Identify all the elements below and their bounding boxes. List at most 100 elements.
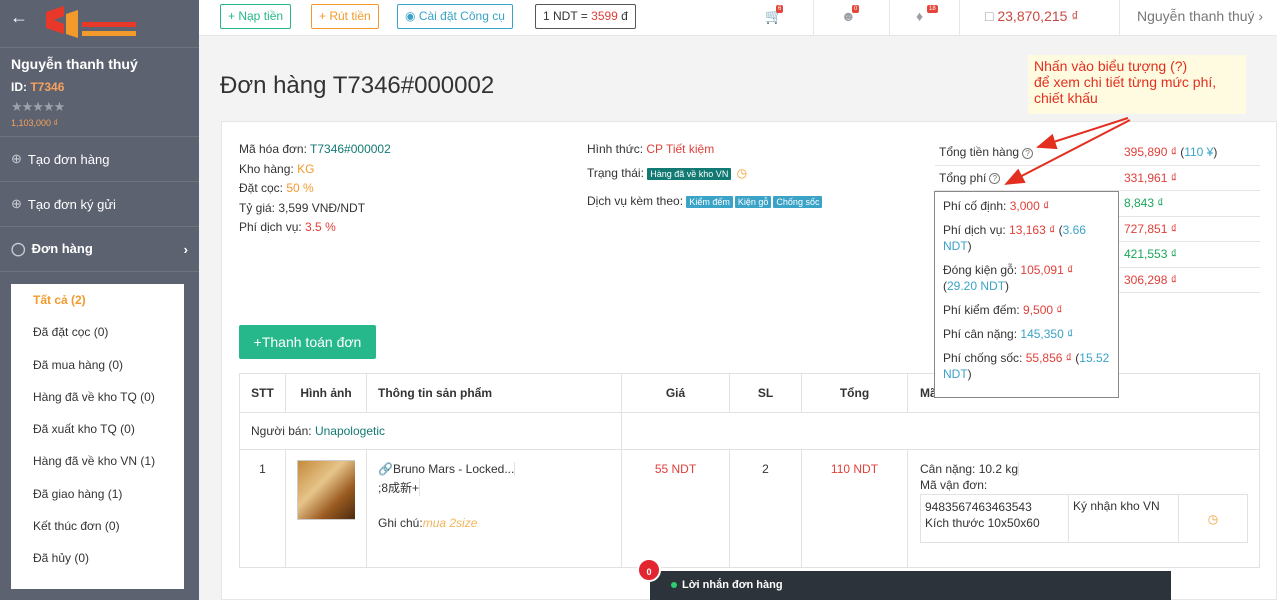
header-stt: STT [240, 374, 286, 412]
summary-value: 8,843 ₫ [1124, 196, 1164, 211]
user-menu[interactable]: Nguyễn thanh thuý › [1137, 8, 1263, 24]
row-image-cell [286, 450, 367, 567]
rate-prefix: 1 NDT = [543, 9, 592, 23]
summary-value: 306,298 ₫ [1124, 272, 1177, 287]
type-label: Hình thức: [587, 142, 647, 156]
type-value: CP Tiết kiệm [646, 142, 715, 156]
user-info: Nguyễn thanh thuý ID: T7346 ★★★★★ 1,103,… [0, 48, 199, 128]
wallet-icon: □ [985, 8, 994, 24]
topbar: + Nạp tiền + Rút tiền ◉ Cài đặt Công cụ … [199, 0, 1277, 36]
orders-submenu: Tất cả (2) Đã đặt cọc (0) Đã mua hàng (0… [11, 284, 184, 589]
fee-detail-popup: Phí cố định: 3,000 ₫ Phí dịch vụ: 13,163… [934, 191, 1119, 398]
order-info-middle: Hình thức: CP Tiết kiệm Trạng thái: Hàng… [587, 142, 824, 214]
menu-create-order[interactable]: ⊕ Tạo đơn hàng [0, 137, 199, 182]
header-total: Tổng [802, 374, 908, 412]
submenu-item-arrived-cn[interactable]: Hàng đã về kho TQ (0) [11, 381, 184, 413]
fee-value: 105,091 ₫ [1020, 263, 1074, 277]
plus-circle-icon: ⊕ [11, 151, 22, 166]
tracking-box: 9483567463463543 Kích thước 10x50x60 Ký … [920, 494, 1248, 543]
submenu-item-exported-cn[interactable]: Đã xuất kho TQ (0) [11, 413, 184, 445]
menu-orders[interactable]: ◯ Đơn hàng › [0, 227, 199, 272]
submenu-item-arrived-vn[interactable]: Hàng đã về kho VN (1) [11, 445, 184, 477]
wallet-balance-value: 23,870,215 ₫ [997, 8, 1079, 24]
tracking-code: 9483567463463543 [925, 500, 1032, 514]
extra-badge: Chống sốc [773, 196, 823, 208]
seller-name[interactable]: Unapologetic [315, 424, 385, 438]
rating-stars: ★★★★★ [11, 99, 65, 114]
fee-value: 13,163 ₫ [1009, 223, 1056, 237]
sidebar-header: ← [0, 0, 199, 48]
note-line: để xem chi tiết từng mức phí, [1034, 74, 1217, 90]
user-id-value: T7346 [30, 80, 65, 94]
submenu-item-cancelled[interactable]: Đã hủy (0) [11, 542, 184, 574]
clock-icon[interactable]: ◷ [1208, 512, 1218, 526]
users-icon[interactable]: ☻ 0 [841, 5, 860, 24]
submenu-item-deposited[interactable]: Đã đặt cọc (0) [11, 316, 184, 348]
summary-value: 727,851 ₫ [1124, 221, 1177, 236]
product-note: mua 2size [422, 516, 478, 530]
fee-label: Phí dịch vụ: [943, 223, 1010, 237]
fee-value: 145,350 ₫ [1020, 327, 1074, 341]
deposit-label: Đặt cọc: [239, 181, 287, 195]
arrow-left-icon[interactable]: ← [10, 8, 28, 26]
menu-label: Tạo đơn ký gửi [27, 196, 116, 212]
rate-suffix: đ [617, 9, 628, 23]
user-balance: 1,103,000 ₫ [11, 118, 59, 128]
menu-create-consign[interactable]: ⊕ Tạo đơn ký gửi [0, 182, 199, 227]
chevron-right-icon: › [183, 241, 188, 257]
exchange-rate-box: 1 NDT = 3599 đ [535, 4, 636, 29]
help-note: Nhấn vào biểu tượng (?) để xem chi tiết … [1028, 55, 1246, 114]
users-badge: 0 [852, 5, 860, 13]
note-label: Ghi chú: [378, 516, 423, 530]
product-name[interactable]: Bruno Mars - Locked... [393, 462, 514, 476]
install-tool-label: Cài đặt Công cụ [418, 9, 505, 23]
row-stt: 1 [240, 450, 286, 567]
submenu-item-delivered[interactable]: Đã giao hàng (1) [11, 478, 184, 510]
question-icon[interactable]: ? [989, 173, 1001, 185]
product-image[interactable] [297, 460, 355, 520]
user-name: Nguyễn thanh thuý [11, 56, 138, 72]
pay-order-button[interactable]: +Thanh toán đơn [239, 325, 376, 359]
withdraw-button[interactable]: + Rút tiền [311, 4, 379, 29]
plus-circle-icon: ⊕ [11, 196, 22, 211]
tracking-label: Mã vận đơn: [920, 478, 988, 492]
cart-badge: 6 [776, 5, 784, 13]
fee-label: Phí cố định: [943, 199, 1010, 213]
menu-label: Tạo đơn hàng [27, 151, 110, 167]
extra-badge: Kiểm đếm [686, 196, 733, 208]
warehouse-value: KG [297, 161, 315, 176]
user-menu-name: Nguyễn thanh thuý [1137, 8, 1255, 24]
deposit-button[interactable]: + Nạp tiền [220, 4, 292, 29]
submenu-item-finished[interactable]: Kết thúc đơn (0) [11, 510, 184, 542]
chevron-right-icon: › [1258, 8, 1264, 24]
clock-icon[interactable]: ◷ [737, 166, 747, 180]
note-line: Nhấn vào biểu tượng (?) [1034, 58, 1188, 74]
fee-label: Đóng kiện gỗ: [943, 263, 1021, 277]
submenu-item-purchased[interactable]: Đã mua hàng (0) [11, 349, 184, 381]
fee-value: 331,961 ₫ [1124, 170, 1177, 185]
header-qty: SL [730, 374, 802, 412]
cart-icon[interactable]: 🛒 6 [765, 5, 784, 25]
fee-value: 9,500 ₫ [1023, 303, 1063, 317]
user-id: ID: T7346 [11, 80, 188, 94]
brand-logo[interactable] [42, 4, 142, 44]
row-total: 110 NDT [802, 450, 908, 567]
question-icon[interactable]: ? [1022, 147, 1034, 159]
user-id-label: ID: [11, 80, 27, 94]
extra-badge: Kiện gỗ [734, 196, 772, 208]
row-price: 55 NDT [622, 450, 730, 567]
goods-value: 395,890 ₫ [1124, 145, 1177, 160]
row-weight: Cân nặng: 10.2 kg [920, 462, 1020, 476]
row-info: 🔗 Bruno Mars - Locked... ;8成新+ Ghi chú: … [367, 450, 622, 567]
online-dot [671, 582, 677, 588]
link-icon: 🔗 [378, 462, 393, 476]
bell-icon[interactable]: ♦ 18 [916, 5, 938, 24]
order-message-bar[interactable]: Lời nhắn đơn hàng [650, 571, 1171, 600]
page-title: Đơn hàng T7346#000002 [220, 72, 495, 99]
submenu-item-all[interactable]: Tất cả (2) [11, 284, 184, 316]
install-tool-button[interactable]: ◉ Cài đặt Công cụ [397, 4, 513, 29]
seller-label: Người bán: [251, 424, 315, 438]
chat-label: Lời nhắn đơn hàng [682, 579, 783, 591]
wallet-balance[interactable]: □ 23,870,215 ₫ [985, 8, 1079, 24]
goods-label: Tổng tiền hàng [939, 145, 1020, 160]
